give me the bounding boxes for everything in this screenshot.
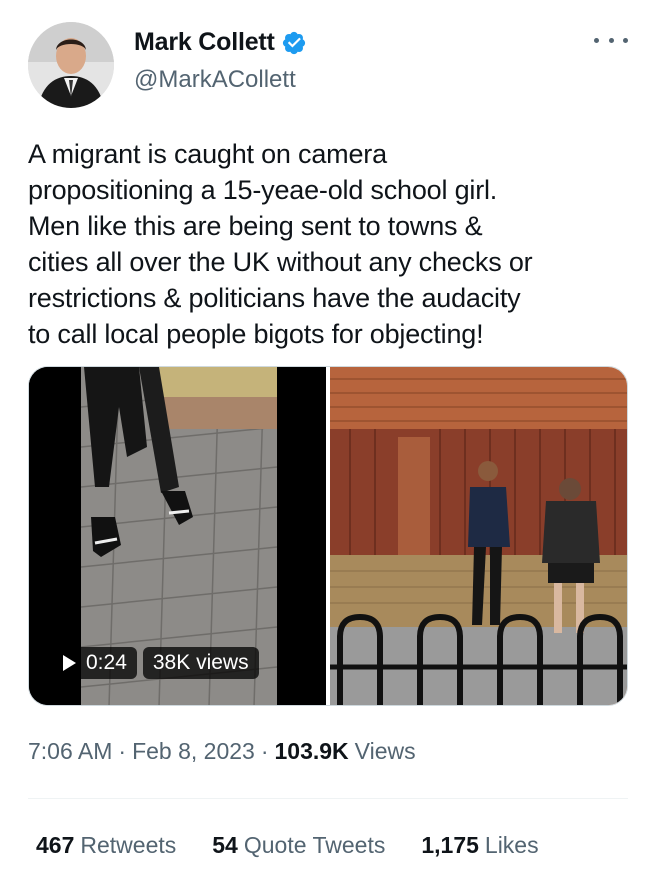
tweet-meta: 7:06 AM · Feb 8, 2023 · 103.9K Views <box>28 738 416 765</box>
quote-tweets-stat[interactable]: 54 Quote Tweets <box>212 832 385 859</box>
verified-badge-icon <box>282 31 305 54</box>
avatar-image <box>28 22 114 108</box>
video-duration: 0:24 <box>86 651 127 674</box>
meta-separator-2: · <box>260 738 269 764</box>
likes-count: 1,175 <box>421 832 479 858</box>
photo-thumbnail[interactable] <box>329 367 627 705</box>
likes-stat[interactable]: 1,175 Likes <box>421 832 538 859</box>
display-name[interactable]: Mark Collett <box>134 28 275 57</box>
tweet-time[interactable]: 7:06 AM <box>28 738 112 765</box>
views-label: Views <box>354 738 416 764</box>
retweets-label: Retweets <box>80 832 177 858</box>
quote-tweets-count: 54 <box>212 832 238 858</box>
video-views: 38K views <box>152 651 249 674</box>
avatar[interactable] <box>28 22 114 108</box>
tweet-header: Mark Collett @MarkACollett <box>28 20 628 110</box>
video-views-pill: 38K views <box>142 647 259 679</box>
retweets-stat[interactable]: 467 Retweets <box>36 832 176 859</box>
video-thumbnail[interactable]: 0:24 38K views <box>29 367 326 705</box>
quote-tweets-label: Quote Tweets <box>243 832 386 858</box>
likes-label: Likes <box>484 832 539 858</box>
photo-image <box>329 367 627 705</box>
more-options-icon[interactable] <box>594 30 628 50</box>
tweet-date[interactable]: Feb 8, 2023 <box>132 738 255 765</box>
video-info: 0:24 38K views <box>53 647 259 679</box>
play-icon <box>63 655 76 671</box>
user-handle[interactable]: @MarkACollett <box>134 66 296 94</box>
tweet-media: 0:24 38K views <box>28 366 628 706</box>
divider <box>28 798 628 799</box>
tweet-stats: 467 Retweets 54 Quote Tweets 1,175 Likes <box>36 832 575 859</box>
video-duration-pill: 0:24 <box>53 647 137 679</box>
meta-separator: · <box>118 738 127 764</box>
views-count: 103.9K <box>274 738 349 764</box>
retweets-count: 467 <box>36 832 75 858</box>
tweet-text: A migrant is caught on camera propositio… <box>28 139 533 349</box>
